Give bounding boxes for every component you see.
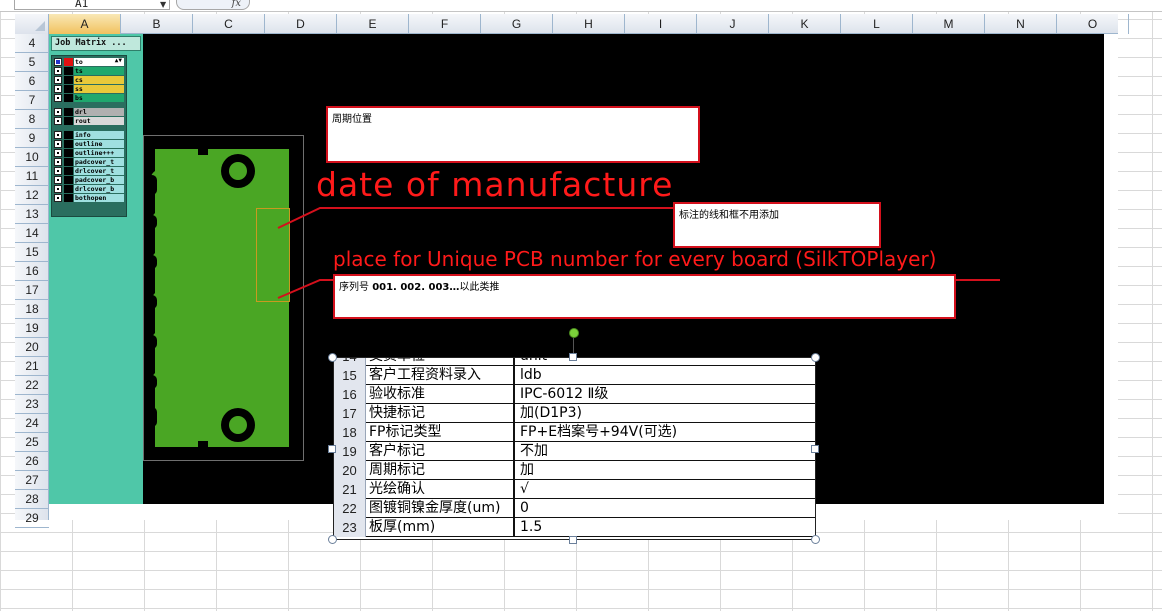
spreadsheet-window: A1 ▼ fx ABCDEFGHIJKLMNO 4 5 6 7 8 9 10 11 12 13 14… — [0, 0, 1162, 611]
table-row: 20 周期标记加 — [334, 461, 815, 480]
table-row-number: 15 — [334, 366, 366, 385]
table-row-number: 16 — [334, 385, 366, 404]
table-row-label: 光绘确认 — [367, 480, 515, 499]
table-row-number: 22 — [334, 499, 366, 518]
no-lines-note-box[interactable]: 标注的线和框不用添加 — [673, 202, 881, 248]
table-row-number: 23 — [334, 518, 366, 537]
serial-prefix: 序列号 — [339, 282, 373, 293]
rotate-handle-stem — [573, 338, 574, 354]
resize-handle-bottom-right[interactable] — [811, 535, 820, 544]
resize-handle-top-left[interactable] — [328, 353, 337, 362]
table-row-label: 客户标记 — [367, 442, 515, 461]
table-row-value: unit — [518, 358, 815, 366]
table-row-label: 周期标记 — [367, 461, 515, 480]
table-row-value: 不加 — [520, 443, 548, 459]
table-row: 23 板厚(mm) 1.5 — [334, 518, 815, 537]
table-row-label: 验收标准 — [367, 385, 515, 404]
serial-suffix: 以此类推 — [459, 282, 500, 293]
serial-sequence: 001. 002. 003… — [372, 282, 460, 293]
table-row-number: 17 — [334, 404, 366, 423]
table-row: 19 客户标记 不加 — [334, 442, 815, 461]
resize-handle-top[interactable] — [569, 353, 577, 361]
table-row: 18 FP标记类型 FP+E档案号+94V(可选) — [334, 423, 815, 442]
table-row-label: 图镀铜镍金厚度(um) — [367, 499, 515, 518]
table-row-value: 0 — [520, 500, 529, 516]
resize-handle-top-right[interactable] — [811, 353, 820, 362]
table-row-number: 19 — [334, 442, 366, 461]
pasted-table-image[interactable]: 14交货单位unit 15客户工程资料录入 ldb 16验收标准 IPC-6012 Ⅱ级… — [333, 357, 816, 540]
table-row-value: FP+E档案号+94V(可选) — [520, 424, 678, 440]
resize-handle-bottom[interactable] — [569, 536, 577, 544]
table-row-label: FP标记类型 — [367, 423, 515, 442]
table-row-number: 18 — [334, 423, 366, 442]
unique-pcb-number-label: place for Unique PCB number for every bo… — [333, 247, 937, 271]
cycle-position-box[interactable]: 周期位置 — [326, 106, 700, 163]
table-row-label: 快捷标记 — [367, 404, 515, 423]
table-row-value: √ — [520, 481, 529, 497]
table-row-value: 加 — [520, 462, 534, 478]
resize-handle-right[interactable] — [811, 445, 819, 453]
table-row-number: 21 — [334, 480, 366, 499]
serial-number-box[interactable]: 序列号 001. 002. 003…以此类推 — [333, 274, 956, 319]
table-row: 22 图镀铜镍金厚度(um) 0 — [334, 499, 815, 518]
table-row-value: 1.5 — [520, 519, 543, 535]
table-row-value: 加(D1P3) — [520, 405, 582, 421]
table-row: 17 快捷标记 加(D1P3) — [334, 404, 815, 423]
rotate-handle[interactable] — [569, 328, 579, 338]
table-row-label: 板厚(mm) — [367, 518, 515, 537]
table-row: 21 光绘确认 √ — [334, 480, 815, 499]
table-row-number: 20 — [334, 461, 366, 480]
date-of-manufacture-label: date of manufacture — [316, 165, 674, 204]
table-row-value: IPC-6012 Ⅱ级 — [520, 386, 609, 402]
table-row: 15 客户工程资料录入 ldb — [334, 366, 815, 385]
table-row-value: ldb — [520, 367, 542, 383]
table-row: 16 验收标准 IPC-6012 Ⅱ级 — [334, 385, 815, 404]
table-row-number: 14 — [334, 358, 366, 366]
table-row-label: 交货单位 — [367, 358, 515, 366]
table-row-label: 客户工程资料录入 — [367, 366, 515, 385]
resize-handle-bottom-left[interactable] — [328, 535, 337, 544]
resize-handle-left[interactable] — [328, 445, 336, 453]
